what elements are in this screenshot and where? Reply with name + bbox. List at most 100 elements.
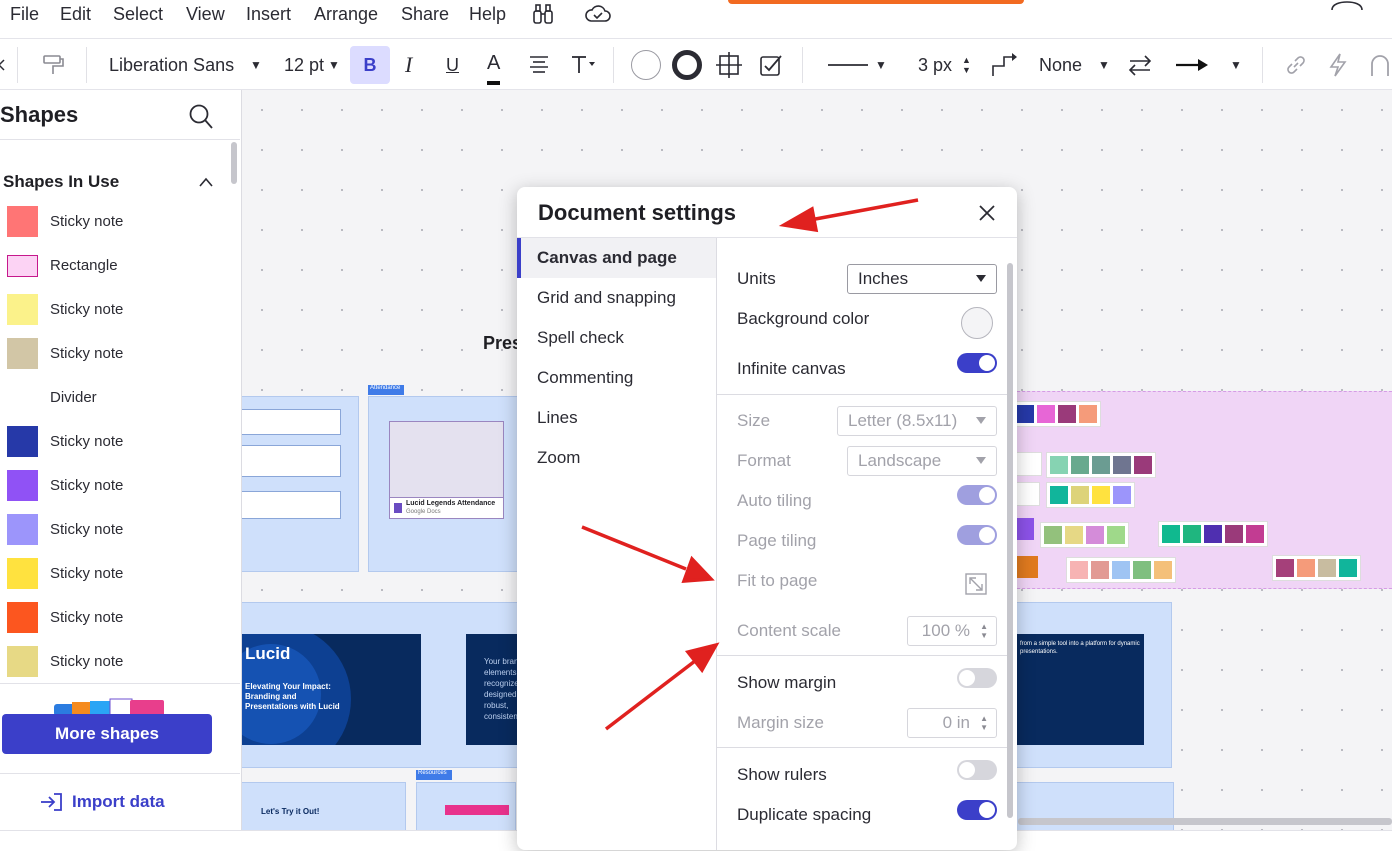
format-painter-icon[interactable] <box>40 52 66 78</box>
line-start-select[interactable]: None <box>1039 39 1082 91</box>
nav-commenting[interactable]: Commenting <box>537 368 633 388</box>
attendance-block[interactable]: Lucid Legends Attendance Google Docs <box>368 396 518 572</box>
font-size-select[interactable]: 12 pt <box>284 39 324 91</box>
nav-canvas-and-page[interactable]: Canvas and page <box>537 248 677 268</box>
show-margin-toggle[interactable] <box>957 668 997 688</box>
stepper-down-icon[interactable]: ▼ <box>980 724 988 732</box>
vision-slide[interactable]: from a simple tool into a platform for d… <box>1016 634 1144 745</box>
line-width-arrows-icon[interactable]: ▲ ▼ <box>962 39 971 91</box>
try-it-block[interactable]: Let's Try it Out! <box>242 782 406 830</box>
align-center-icon[interactable] <box>528 54 550 74</box>
binoculars-icon[interactable] <box>531 2 555 26</box>
stepper-down-icon[interactable]: ▼ <box>980 632 988 640</box>
size-select[interactable]: Letter (8.5x11) <box>837 406 997 436</box>
line-style-icon[interactable] <box>828 63 868 67</box>
shape-item-sticky-note[interactable]: Sticky note <box>0 464 230 508</box>
content-scale-stepper[interactable]: 100 % ▲ ▼ <box>907 616 997 646</box>
fit-to-page-icon[interactable] <box>965 573 987 595</box>
nav-spell-check[interactable]: Spell check <box>537 328 624 348</box>
sticky-note-group[interactable] <box>1046 482 1135 508</box>
shape-item-sticky-note[interactable]: Sticky note <box>0 596 230 640</box>
magnet-icon[interactable] <box>1368 52 1392 78</box>
shape-item-sticky-note[interactable]: Sticky note <box>0 200 230 244</box>
bold-button[interactable]: B <box>350 46 390 84</box>
resources-block[interactable] <box>416 782 516 830</box>
shape-item-sticky-note[interactable]: Sticky note <box>0 288 230 332</box>
shape-item-sticky-note[interactable]: Sticky note <box>0 332 230 376</box>
units-caret-icon <box>976 275 986 282</box>
duplicate-spacing-toggle[interactable] <box>957 800 997 820</box>
collapse-chevron-icon[interactable] <box>0 59 6 71</box>
nav-zoom[interactable]: Zoom <box>537 448 580 468</box>
sticky-note-group[interactable] <box>1158 521 1268 547</box>
swap-arrows-icon[interactable] <box>1126 53 1154 77</box>
collaborators-icon[interactable] <box>1330 0 1364 10</box>
agenda-block[interactable] <box>242 396 359 572</box>
link-icon[interactable] <box>1284 53 1308 77</box>
import-icon <box>41 793 62 811</box>
sticky-note-group[interactable] <box>1046 452 1156 478</box>
infinite-canvas-toggle[interactable] <box>957 353 997 373</box>
close-icon[interactable] <box>975 201 999 225</box>
line-start-caret-icon[interactable]: ▼ <box>1098 39 1110 91</box>
underline-button[interactable]: U <box>446 39 459 91</box>
font-family-select[interactable]: Liberation Sans <box>109 39 234 91</box>
shapes-panel-title: Shapes <box>0 102 79 127</box>
canvas-scrollbar[interactable] <box>1018 818 1392 825</box>
line-end-arrow-icon[interactable] <box>1174 55 1210 75</box>
sticky-note-group[interactable] <box>1040 522 1129 548</box>
line-width-stepper[interactable]: 3 px <box>918 39 952 91</box>
sticky-note-group[interactable] <box>1012 401 1101 427</box>
show-rulers-toggle[interactable] <box>957 760 997 780</box>
container-icon[interactable] <box>716 52 742 78</box>
page-tiling-toggle[interactable] <box>957 525 997 545</box>
menu-edit[interactable]: Edit <box>60 4 91 25</box>
format-select[interactable]: Landscape <box>847 446 997 476</box>
font-family-caret-icon[interactable]: ▼ <box>250 39 262 91</box>
nav-lines[interactable]: Lines <box>537 408 578 428</box>
menu-view[interactable]: View <box>186 4 225 25</box>
italic-button[interactable]: I <box>405 39 412 91</box>
margin-size-stepper[interactable]: 0 in ▲ ▼ <box>907 708 997 738</box>
search-icon[interactable] <box>188 103 214 131</box>
nav-grid-and-snapping[interactable]: Grid and snapping <box>537 288 676 308</box>
text-options-icon[interactable] <box>570 53 596 75</box>
line-color-button[interactable] <box>672 50 702 80</box>
dialog-scrollbar[interactable] <box>1007 263 1013 818</box>
fill-color-button[interactable] <box>631 50 661 80</box>
auto-tiling-toggle[interactable] <box>957 485 997 505</box>
shape-item-divider[interactable]: Divider <box>0 376 230 420</box>
collapse-section-icon[interactable] <box>198 176 214 188</box>
shapes-scrollbar[interactable] <box>231 142 237 184</box>
lightning-icon[interactable] <box>1326 52 1350 78</box>
menu-arrange[interactable]: Arrange <box>314 4 378 25</box>
menu-help[interactable]: Help <box>469 4 506 25</box>
line-end-caret-icon[interactable]: ▼ <box>1230 39 1242 91</box>
stepper-up-icon[interactable]: ▲ <box>980 623 988 631</box>
menu-insert[interactable]: Insert <box>246 4 291 25</box>
shape-item-sticky-note[interactable]: Sticky note <box>0 508 230 552</box>
text-color-button[interactable]: A <box>487 45 501 85</box>
checklist-icon[interactable] <box>758 52 784 78</box>
sticky-note-group[interactable] <box>1272 555 1361 581</box>
more-shapes-button[interactable]: More shapes <box>2 714 212 754</box>
stepper-up-icon[interactable]: ▲ <box>980 715 988 723</box>
menu-select[interactable]: Select <box>113 4 163 25</box>
shape-item-sticky-note[interactable]: Sticky note <box>0 640 230 684</box>
sticky-notes-area[interactable] <box>1002 391 1392 589</box>
shape-item-sticky-note[interactable]: Sticky note <box>0 420 230 464</box>
font-size-caret-icon[interactable]: ▼ <box>328 39 340 91</box>
line-style-caret-icon[interactable]: ▼ <box>875 39 887 91</box>
background-color-swatch[interactable] <box>961 307 993 339</box>
menu-file[interactable]: File <box>10 4 39 25</box>
units-select[interactable]: Inches <box>847 264 997 294</box>
brand-slide[interactable]: Your brand elements recognize designed a… <box>466 634 519 745</box>
shape-item-label: Rectangle <box>50 257 118 274</box>
import-data-button[interactable]: Import data <box>40 792 165 812</box>
menu-share[interactable]: Share <box>401 4 449 25</box>
title-slide[interactable]: Lucid Elevating Your Impact: Branding an… <box>242 634 421 745</box>
shape-item-rectangle[interactable]: Rectangle <box>0 244 230 288</box>
sticky-note-group[interactable] <box>1066 557 1176 583</box>
line-shape-icon[interactable] <box>990 52 1018 78</box>
shape-item-sticky-note[interactable]: Sticky note <box>0 552 230 596</box>
